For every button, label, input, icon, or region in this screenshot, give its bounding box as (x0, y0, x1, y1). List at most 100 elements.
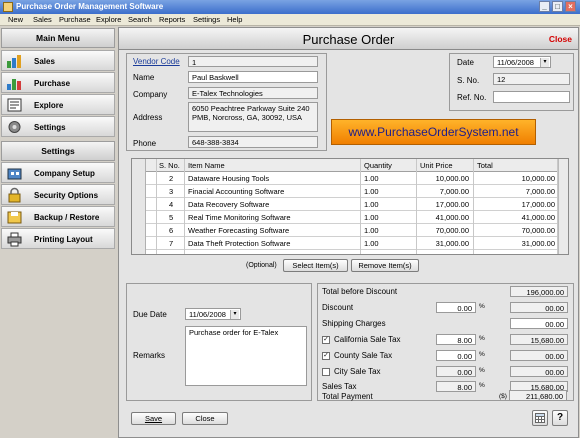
menu-purchase[interactable]: Purchase (59, 15, 91, 24)
cell-total[interactable]: 31,000.00 (522, 239, 555, 248)
cell-quantity[interactable]: 1.00 (364, 239, 379, 248)
address-field[interactable]: 6050 Peachtree Parkway Suite 240 PMB, No… (188, 102, 318, 132)
vendor-code-label[interactable]: Vendor Code (133, 57, 180, 66)
cell-sno[interactable]: 4 (169, 200, 173, 209)
cell-total[interactable]: 7,000.00 (526, 187, 555, 196)
calculator-button[interactable] (532, 410, 548, 426)
cell-quantity[interactable]: 1.00 (364, 226, 379, 235)
menu-reports[interactable]: Reports (159, 15, 185, 24)
cell-unit-price[interactable]: 70,000.00 (436, 226, 469, 235)
table-scrollbar[interactable] (558, 159, 568, 254)
row-selector[interactable] (132, 224, 146, 237)
menu-help[interactable]: Help (227, 15, 242, 24)
cell-unit-price[interactable]: 41,000.00 (436, 213, 469, 222)
remove-items-button[interactable]: Remove Item(s) (351, 259, 419, 272)
close-link[interactable]: Close (549, 34, 572, 44)
sno-field[interactable]: 12 (493, 73, 570, 85)
city-tax-amount-field[interactable]: 00.00 (510, 366, 568, 377)
county-tax-amount-field[interactable]: 00.00 (510, 350, 568, 361)
cell-quantity[interactable]: 1.00 (364, 187, 379, 196)
cell-item-name[interactable]: Real Time Monitoring Software (188, 213, 291, 222)
sidebar-item-settings[interactable]: Settings (1, 116, 115, 137)
city-tax-pct-field[interactable]: 0.00 (436, 366, 476, 377)
cell-item-name[interactable]: Weather Forecasting Software (188, 226, 289, 235)
menu-settings[interactable]: Settings (193, 15, 220, 24)
county-tax-pct-field[interactable]: 0.00 (436, 350, 476, 361)
cell-total[interactable]: 10,000.00 (522, 174, 555, 183)
close-window-button[interactable]: × (565, 1, 576, 12)
cell-unit-price[interactable]: 31,000.00 (436, 239, 469, 248)
cell-sno[interactable]: 3 (169, 187, 173, 196)
calendar-dropdown-icon[interactable]: ▾ (540, 58, 549, 67)
phone-field[interactable]: 648-388-3834 (188, 136, 318, 148)
row-selector[interactable] (132, 250, 146, 254)
table-row[interactable]: 8 (132, 250, 568, 254)
due-date-field[interactable]: 11/06/2008 ▾ (185, 308, 241, 320)
table-row[interactable]: 7 Data Theft Protection Software 1.00 31,00… (132, 237, 568, 250)
cell-item-name[interactable]: Data Theft Protection Software (188, 239, 290, 248)
table-row[interactable]: 3 Finacial Accounting Software 1.00 7,000.0… (132, 185, 568, 198)
city-tax-checkbox[interactable] (322, 368, 330, 376)
sidebar-item-security-options[interactable]: Security Options (1, 184, 115, 205)
sidebar-item-backup-restore[interactable]: Backup / Restore (1, 206, 115, 227)
sidebar-item-company-setup[interactable]: Company Setup (1, 162, 115, 183)
cell-item-name[interactable]: Finacial Accounting Software (188, 187, 284, 196)
cell-item-name[interactable]: Data Recovery Software (188, 200, 269, 209)
cell-quantity[interactable]: 1.00 (364, 200, 379, 209)
row-selector[interactable] (132, 172, 146, 185)
table-row[interactable]: 5 Real Time Monitoring Software 1.00 41,000… (132, 211, 568, 224)
sidebar-item-purchase[interactable]: Purchase (1, 72, 115, 93)
row-selector[interactable] (132, 237, 146, 250)
cell-sno[interactable]: 6 (169, 226, 173, 235)
cell-total[interactable]: 17,000.00 (522, 200, 555, 209)
website-banner[interactable]: www.PurchaseOrderSystem.net (331, 119, 536, 145)
maximize-button[interactable]: □ (552, 1, 563, 12)
cell-quantity[interactable]: 1.00 (364, 174, 379, 183)
menu-search[interactable]: Search (128, 15, 152, 24)
county-tax-checkbox[interactable]: ✓ (322, 352, 330, 360)
vendor-code-field[interactable]: 1 (188, 56, 318, 67)
menu-sales[interactable]: Sales (33, 15, 52, 24)
cell-quantity[interactable]: 1.00 (364, 213, 379, 222)
california-tax-checkbox[interactable]: ✓ (322, 336, 330, 344)
menu-new[interactable]: New (8, 15, 23, 24)
cell-total[interactable]: 41,000.00 (522, 213, 555, 222)
total-before-discount-field[interactable]: 196,000.00 (510, 286, 568, 297)
row-selector[interactable] (132, 185, 146, 198)
cell-item-name[interactable]: Dataware Housing Tools (188, 174, 269, 183)
sales-tax-pct-field[interactable]: 8.00 (436, 381, 476, 392)
help-button[interactable]: ? (552, 410, 568, 426)
cell-sno[interactable]: 5 (169, 213, 173, 222)
name-field[interactable]: Paul Baskwell (188, 71, 318, 83)
cell-total[interactable]: 70,000.00 (522, 226, 555, 235)
ref-field[interactable] (493, 91, 570, 103)
sidebar-item-printing-layout[interactable]: Printing Layout (1, 228, 115, 249)
minimize-button[interactable]: _ (539, 1, 550, 12)
cell-unit-price[interactable]: 7,000.00 (440, 187, 469, 196)
shipping-field[interactable]: 00.00 (510, 318, 568, 329)
save-button[interactable]: Save (131, 412, 176, 425)
california-tax-amount-field[interactable]: 15,680.00 (510, 334, 568, 345)
cell-sno[interactable]: 2 (169, 174, 173, 183)
row-selector[interactable] (132, 211, 146, 224)
cell-unit-price[interactable]: 17,000.00 (436, 200, 469, 209)
close-button[interactable]: Close (182, 412, 228, 425)
calendar-dropdown-icon[interactable]: ▾ (230, 310, 239, 319)
table-row[interactable]: 4 Data Recovery Software 1.00 17,000.00 17,0… (132, 198, 568, 211)
sidebar-item-sales[interactable]: Sales (1, 50, 115, 71)
sidebar-item-explore[interactable]: Explore (1, 94, 115, 115)
select-items-button[interactable]: Select Item(s) (283, 259, 348, 272)
row-selector[interactable] (132, 198, 146, 211)
table-row[interactable]: 2 Dataware Housing Tools 1.00 10,000.00 10,0… (132, 172, 568, 185)
total-payment-field[interactable]: 211,680.00 (509, 390, 567, 401)
discount-pct-field[interactable]: 0.00 (436, 302, 476, 313)
date-field[interactable]: 11/06/2008 ▾ (493, 56, 551, 68)
remarks-field[interactable]: Purchase order for E-Talex (185, 326, 307, 386)
company-field[interactable]: E-Talex Technologies (188, 87, 318, 99)
table-row[interactable]: 6 Weather Forecasting Software 1.00 70,000.… (132, 224, 568, 237)
california-tax-pct-field[interactable]: 8.00 (436, 334, 476, 345)
cell-unit-price[interactable]: 10,000.00 (436, 174, 469, 183)
discount-amount-field[interactable]: 00.00 (510, 302, 568, 313)
menu-explore[interactable]: Explore (96, 15, 121, 24)
cell-sno[interactable]: 8 (169, 252, 173, 254)
